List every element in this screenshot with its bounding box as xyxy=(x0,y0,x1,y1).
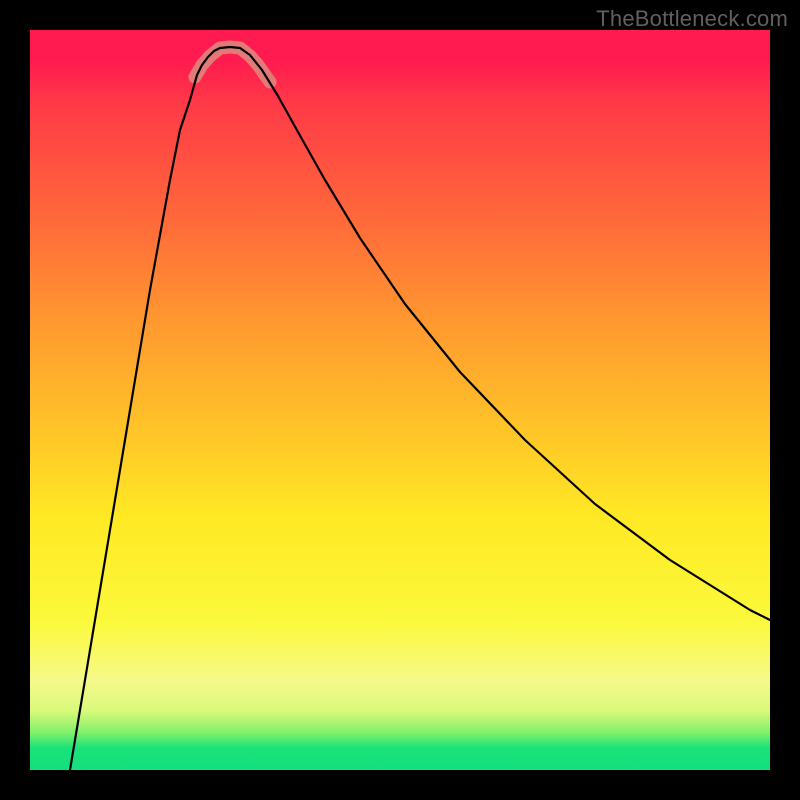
watermark-text: TheBottleneck.com xyxy=(596,6,788,32)
series-left-curve xyxy=(70,47,230,770)
curve-svg xyxy=(30,30,770,770)
series-right-curve xyxy=(230,47,770,620)
chart-frame xyxy=(30,30,770,770)
